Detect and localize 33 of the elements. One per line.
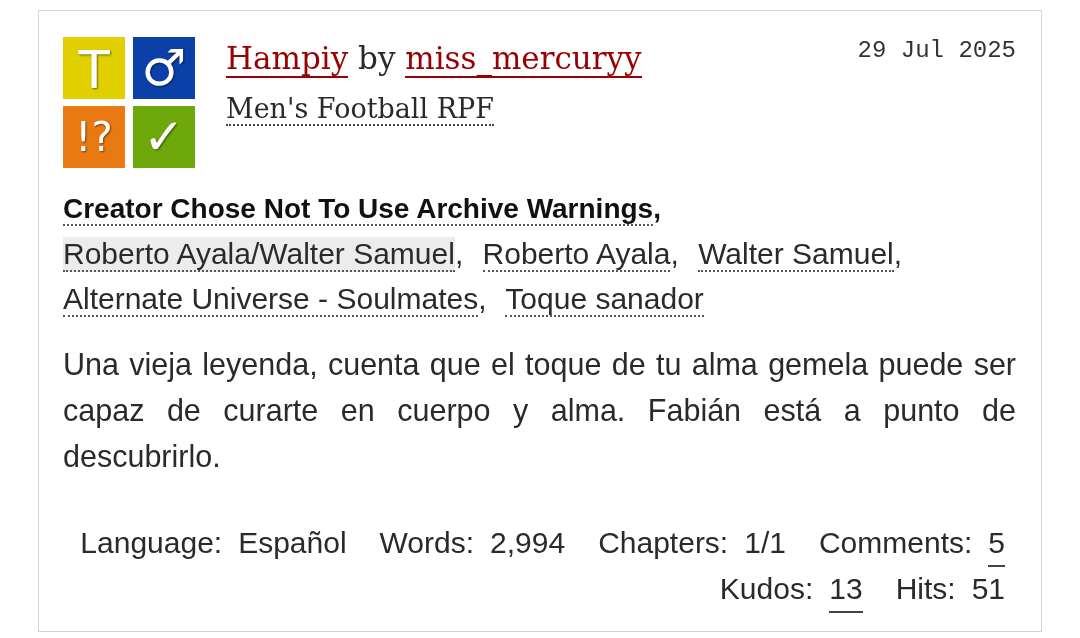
work-title-link[interactable]: Hampiy <box>226 40 349 78</box>
stat-value: 1/1 <box>744 525 786 561</box>
freeform-tag-link[interactable]: Alternate Universe - Soulmates <box>63 282 479 317</box>
category-symbol: ♂ <box>133 37 195 99</box>
author-link[interactable]: miss_mercuryy <box>405 40 642 78</box>
tag-separator: , <box>653 193 661 224</box>
character-tag-link[interactable]: Walter Samuel <box>698 237 894 272</box>
stat-label: Chapters: <box>598 525 729 561</box>
tag-separator: , <box>454 237 464 270</box>
warning-symbol: !? <box>63 106 125 168</box>
byline-text: by <box>358 40 396 76</box>
relationship-tag-link[interactable]: Roberto Ayala/Walter Samuel <box>63 237 455 272</box>
completion-symbol: ✓ <box>133 106 195 168</box>
tag-separator: , <box>478 282 487 315</box>
stat-label: Words: <box>379 525 475 561</box>
tag-separator: , <box>670 237 679 270</box>
stat-label: Comments: <box>818 525 973 561</box>
stat-value: 2,994 <box>490 525 566 561</box>
stat-value: Español <box>238 525 347 561</box>
summary-text: Una vieja leyenda, cuenta que el toque de tu alma gemela puede ser capaz de curarte en cuerpo y alma. Fabián está a punto de descubrirlo. <box>63 346 1016 475</box>
publish-date: 29 Jul 2025 <box>857 37 1016 65</box>
rating-symbol: T <box>63 37 125 99</box>
warning-tag-link[interactable]: Creator Chose Not To Use Archive Warnings <box>63 193 654 226</box>
fandom-link[interactable]: Men's Football RPF <box>226 93 494 126</box>
stat-link[interactable]: 5 <box>988 521 1005 567</box>
tag-separator: , <box>893 237 903 270</box>
stat-label: Kudos: <box>719 571 814 607</box>
stat-link[interactable]: 13 <box>829 567 863 613</box>
stat-label: Hits: <box>895 571 956 607</box>
freeform-tag-link[interactable]: Toque sanador <box>505 282 704 317</box>
stat-label: Language: <box>80 525 223 561</box>
character-tag-link[interactable]: Roberto Ayala <box>482 237 671 272</box>
stat-value: 51 <box>971 571 1005 607</box>
